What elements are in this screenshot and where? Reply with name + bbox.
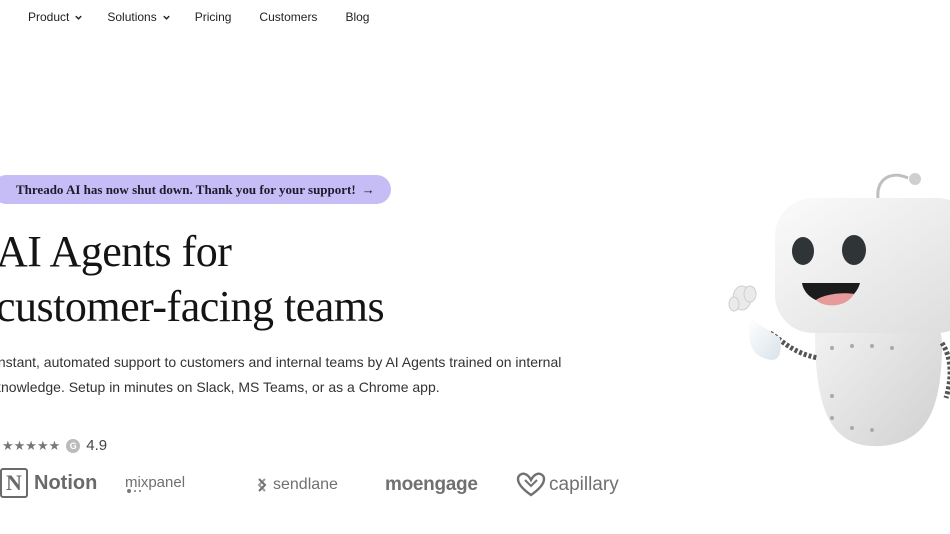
sendlane-mark-icon xyxy=(257,478,267,492)
nav-item-product[interactable]: Product xyxy=(28,10,83,24)
hero-headline-line-2: customer-facing teams xyxy=(0,282,385,331)
robot-illustration xyxy=(728,173,950,447)
nav-item-label: Customers xyxy=(259,10,318,24)
mixpanel-logo: mixpanel xyxy=(125,474,185,493)
top-nav: Product Solutions Pricing Customers Blog xyxy=(28,0,393,34)
capillary-logo: capillary xyxy=(516,472,619,498)
capillary-wordmark: capillary xyxy=(549,474,619,495)
g2-icon: G xyxy=(66,438,81,453)
nav-item-label: Solutions xyxy=(107,10,157,24)
nav-item-pricing[interactable]: Pricing xyxy=(195,10,232,24)
hero-subtext: Instant, automated support to customers … xyxy=(0,354,562,395)
rating-value: 4.9 xyxy=(86,437,108,454)
hero-headline-line-1: AI Agents for xyxy=(0,227,232,276)
nav-item-label: Blog xyxy=(345,10,370,24)
nav-item-label: Product xyxy=(28,10,70,24)
nav-item-customers[interactable]: Customers xyxy=(259,10,317,24)
nav-item-label: Pricing xyxy=(194,10,232,24)
chevron-down-icon xyxy=(163,15,170,20)
nav-item-solutions[interactable]: Solutions xyxy=(107,10,170,24)
arrow-right-icon: → xyxy=(361,181,375,197)
nav-item-blog[interactable]: Blog xyxy=(345,10,369,24)
notion-logo: N Notion xyxy=(0,468,97,498)
rating: ★★★★★ G 4.9 xyxy=(2,437,107,454)
customer-logos: N Notion mixpanel sendlane moengage capi… xyxy=(0,466,640,510)
banner-text: Threado AI has now shut down. Thank you … xyxy=(16,181,356,197)
capillary-mark-icon xyxy=(516,472,546,497)
moengage-wordmark: moengage xyxy=(385,474,478,495)
sendlane-logo: sendlane xyxy=(255,476,338,494)
page: Product Solutions Pricing Customers Blog… xyxy=(0,0,950,534)
hero-headline: AI Agents for customer-facing teams xyxy=(0,224,385,334)
chevron-down-icon xyxy=(75,15,83,20)
notion-wordmark: Notion xyxy=(34,471,98,494)
mixpanel-dots-icon xyxy=(125,489,141,493)
moengage-logo: moengage xyxy=(385,474,478,496)
notion-mark-icon: N xyxy=(0,468,28,498)
sendlane-wordmark: sendlane xyxy=(273,476,338,493)
shutdown-banner[interactable]: Threado AI has now shut down. Thank you … xyxy=(0,175,391,204)
star-rating-icon: ★★★★★ xyxy=(2,437,61,453)
